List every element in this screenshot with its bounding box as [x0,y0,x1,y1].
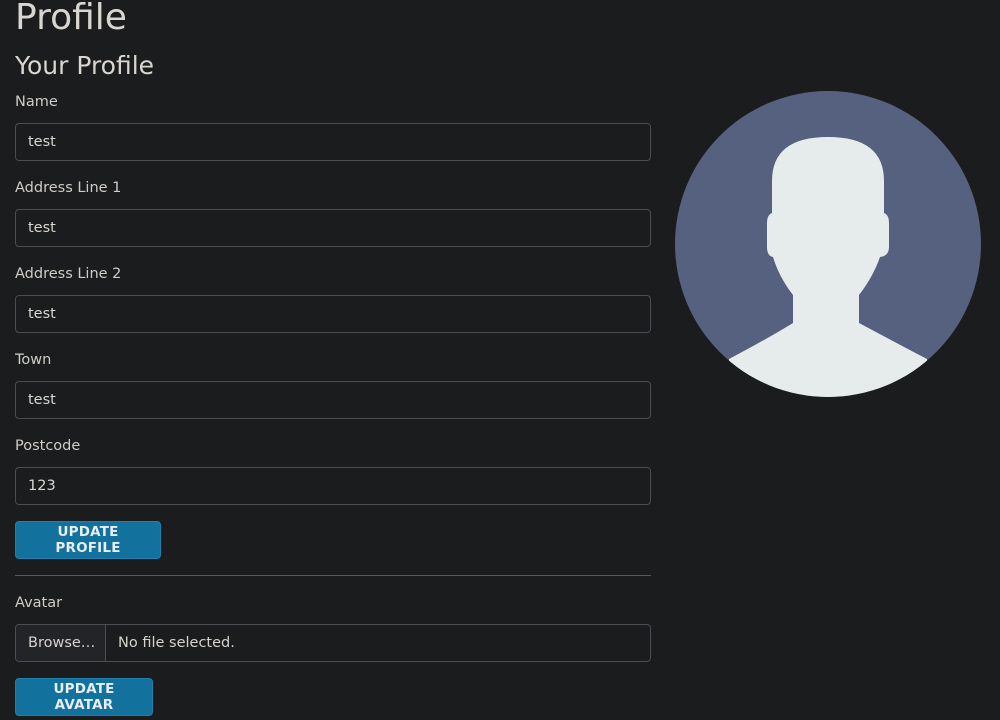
postcode-field[interactable] [15,467,651,505]
update-profile-button[interactable]: UPDATE PROFILE [15,521,161,559]
default-user-silhouette-icon [675,91,981,397]
name-label: Name [15,94,58,110]
avatar-label: Avatar [15,595,63,611]
section-divider [15,575,651,576]
page-title: Profile [15,0,127,38]
postcode-label: Postcode [15,438,81,454]
address-line-2-label: Address Line 2 [15,266,122,282]
section-title: Your Profile [15,51,155,80]
avatar-image [675,91,981,397]
town-label: Town [15,352,52,368]
file-status-text: No file selected. [118,635,235,651]
address-line-1-label: Address Line 1 [15,180,122,196]
update-avatar-button[interactable]: UPDATE AVATAR [15,678,153,716]
avatar-file-picker[interactable]: Browse… No file selected. [15,624,651,662]
profile-page: Profile Your Profile Name Address Line 1… [0,0,1000,720]
address-line-2-field[interactable] [15,295,651,333]
address-line-1-field[interactable] [15,209,651,247]
browse-button[interactable]: Browse… [16,625,106,661]
name-field[interactable] [15,123,651,161]
town-field[interactable] [15,381,651,419]
